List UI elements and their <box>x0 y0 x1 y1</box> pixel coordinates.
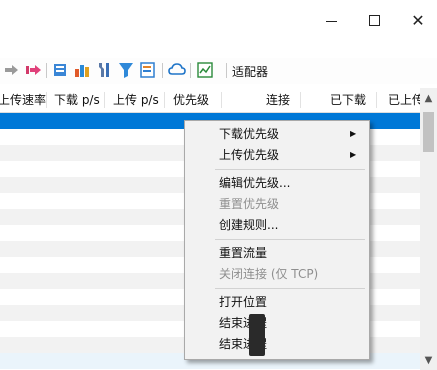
maximize-button[interactable] <box>361 8 389 34</box>
close-button[interactable]: ✕ <box>404 8 432 34</box>
scroll-down-button[interactable]: ▼ <box>420 352 437 370</box>
column-upload-rate[interactable]: 上传速率 <box>0 88 46 112</box>
menu-item-open-location[interactable]: 打开位置 <box>185 292 369 312</box>
column-separator[interactable] <box>164 92 165 108</box>
menu-item-reset-traffic[interactable]: 重置流量 <box>185 243 369 263</box>
menu-item-edit-priority[interactable]: 编辑优先级... <box>185 173 369 193</box>
submenu-arrow-icon: ▶ <box>350 150 357 159</box>
obscured-region <box>249 314 265 356</box>
menu-separator <box>215 288 365 289</box>
adapter-button[interactable]: 适配器 <box>232 63 268 80</box>
menu-item-reset-priority: 重置优先级 <box>219 197 280 211</box>
close-icon: ✕ <box>411 11 425 30</box>
menu-item-close-connection: 关闭连接 (仅 TCP) <box>219 267 319 281</box>
column-separator[interactable] <box>376 92 377 108</box>
menu-separator <box>215 169 365 170</box>
scrollbar-thumb[interactable] <box>423 112 434 152</box>
minimize-button[interactable] <box>318 8 346 34</box>
submenu-arrow-icon: ▶ <box>350 129 357 138</box>
toolbar-separator <box>190 63 191 78</box>
edit-rules-icon[interactable] <box>139 61 157 79</box>
menu-item-end-process[interactable]: 结束进程 <box>185 313 369 333</box>
chart-window-icon[interactable] <box>196 61 214 79</box>
column-separator[interactable] <box>300 92 301 108</box>
maximize-icon <box>369 15 380 26</box>
toolbar-separator <box>226 63 227 78</box>
scroll-up-button[interactable]: ▲ <box>420 88 437 112</box>
menu-item-upload-priority[interactable]: 上传优先级 ▶ <box>185 145 369 165</box>
menu-item-create-rule[interactable]: 创建规则... <box>185 215 369 235</box>
cloud-icon[interactable] <box>168 61 186 79</box>
toolbar: 适配器 <box>0 58 437 84</box>
column-separator[interactable] <box>221 92 222 108</box>
download-list-icon[interactable] <box>51 61 69 79</box>
chevron-down-icon: ▼ <box>424 355 433 366</box>
column-uploaded[interactable]: 已上传 <box>388 88 420 112</box>
chevron-up-icon: ▲ <box>424 93 433 104</box>
column-download-ps[interactable]: 下载 p/s <box>54 88 100 112</box>
toolbar-separator <box>46 63 47 78</box>
column-separator[interactable] <box>46 92 47 108</box>
column-downloaded[interactable]: 已下载 <box>330 88 366 112</box>
context-menu: 下载优先级 ▶ 上传优先级 ▶ 编辑优先级... 重置优先级 创建规则... 重… <box>184 120 370 360</box>
column-upload-ps[interactable]: 上传 p/s <box>113 88 159 112</box>
title-bar: ✕ <box>0 0 437 44</box>
arrow-right-pink-icon[interactable] <box>25 61 43 79</box>
menu-item-end-process-tree[interactable]: 结束进程 <box>185 334 369 354</box>
column-header: 上传速率 下载 p/s 上传 p/s 优先级 连接 已下载 已上传 <box>0 88 420 113</box>
filter-icon[interactable] <box>117 61 135 79</box>
minimize-icon <box>326 21 337 22</box>
bar-chart-icon[interactable] <box>73 61 91 79</box>
column-separator[interactable] <box>104 92 105 108</box>
column-priority[interactable]: 优先级 <box>173 88 209 112</box>
menu-separator <box>215 239 365 240</box>
menu-item-download-priority[interactable]: 下载优先级 ▶ <box>185 124 369 144</box>
tools-icon[interactable] <box>95 61 113 79</box>
toolbar-separator <box>162 63 163 78</box>
arrow-right-gray-icon[interactable] <box>3 61 21 79</box>
column-connections[interactable]: 连接 <box>266 88 290 112</box>
